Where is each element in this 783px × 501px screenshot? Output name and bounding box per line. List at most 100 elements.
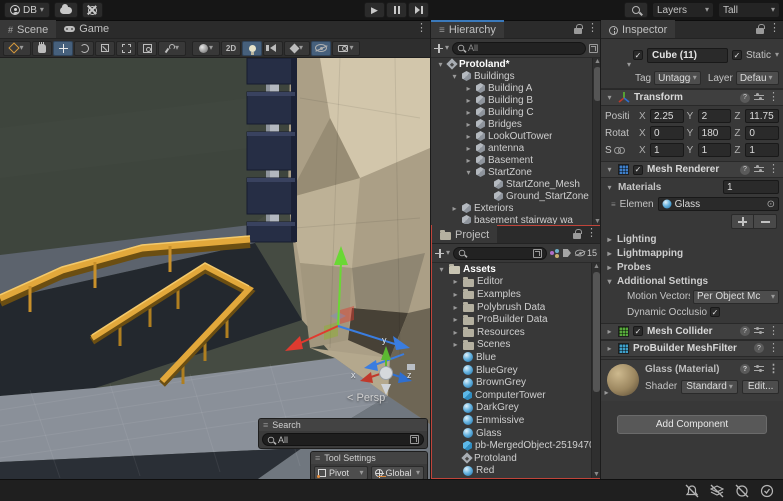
gameobject-name-field[interactable]: Cube (11): [647, 48, 728, 63]
component-menu-icon[interactable]: ⋮: [768, 164, 779, 175]
hierarchy-item[interactable]: ▸ Building B: [431, 94, 601, 106]
scale-y-field[interactable]: 1: [698, 143, 732, 157]
add-component-button[interactable]: Add Component: [617, 415, 767, 434]
drag-handle-icon[interactable]: ≡: [611, 200, 616, 209]
notifications-muted-icon[interactable]: [684, 483, 700, 499]
hierarchy-item[interactable]: ▾ StartZone: [431, 166, 601, 178]
foldout-arrow-icon[interactable]: ▸: [451, 328, 460, 337]
lock-icon[interactable]: [573, 233, 581, 239]
foldout-arrow-icon[interactable]: ▸: [451, 290, 460, 299]
audio-toggle-button[interactable]: [263, 41, 283, 56]
lighting-foldout[interactable]: ▸ Lighting: [601, 232, 783, 246]
scene-visibility-button[interactable]: [311, 41, 331, 56]
foldout-arrow-icon[interactable]: ▸: [464, 132, 473, 141]
foldout-arrow-icon[interactable]: ▸: [451, 315, 460, 324]
project-item[interactable]: BlueGrey: [432, 364, 600, 377]
foldout-arrow-icon[interactable]: ▸: [450, 204, 459, 213]
add-material-button[interactable]: [732, 215, 754, 228]
hierarchy-item[interactable]: ▸ Building C: [431, 106, 601, 118]
picker-icon[interactable]: [410, 435, 419, 444]
probes-foldout[interactable]: ▸ Probes: [601, 260, 783, 274]
tab-game[interactable]: Game: [56, 20, 117, 38]
hierarchy-item[interactable]: basement stairway wa: [431, 214, 601, 224]
gameobject-icon-button[interactable]: ▾: [605, 43, 629, 67]
help-icon[interactable]: ?: [740, 93, 750, 103]
foldout-arrow-icon[interactable]: ▾: [436, 60, 445, 69]
foldout-arrow-icon[interactable]: ▸: [451, 340, 460, 349]
pivot-dropdown[interactable]: Pivot ▾: [314, 466, 368, 479]
filter-by-type-icon[interactable]: [550, 248, 560, 258]
transform-tool-button[interactable]: [137, 41, 157, 56]
hierarchy-item[interactable]: Ground_StartZone: [431, 190, 601, 202]
presets-icon[interactable]: [754, 327, 764, 335]
view-tool-button[interactable]: [32, 41, 52, 56]
tab-scene[interactable]: # Scene: [0, 20, 56, 38]
materials-row[interactable]: ▾ Materials 1: [601, 178, 783, 196]
project-item[interactable]: ▸ Scenes: [432, 339, 600, 352]
project-search-input[interactable]: [453, 247, 547, 260]
foldout-arrow-icon[interactable]: ▸: [451, 303, 460, 312]
presets-icon[interactable]: [754, 94, 764, 102]
2d-toggle-button[interactable]: 2D: [221, 41, 241, 56]
mesh-collider-header[interactable]: ▸ ✓ Mesh Collider ? ⋮: [601, 323, 783, 340]
scene-viewport[interactable]: x y z < Persp ≡ Search All: [0, 58, 430, 479]
project-item[interactable]: ▸ Editor: [432, 276, 600, 289]
hierarchy-item[interactable]: ▸ Basement: [431, 154, 601, 166]
component-menu-icon[interactable]: ⋮: [768, 364, 779, 375]
project-item[interactable]: ComputerTower: [432, 389, 600, 402]
foldout-arrow-icon[interactable]: ▾: [605, 93, 614, 102]
help-icon[interactable]: ?: [740, 364, 750, 374]
account-button[interactable]: DB ▾: [4, 2, 50, 18]
project-scrollbar[interactable]: ▲ ▼: [591, 263, 600, 478]
status-check-icon[interactable]: [759, 483, 775, 499]
cloud-services-button[interactable]: [54, 2, 78, 18]
tab-project[interactable]: Project: [432, 225, 497, 243]
component-menu-icon[interactable]: ⋮: [768, 92, 779, 103]
material-object-field[interactable]: Glass ⊙: [658, 197, 779, 211]
rotate-tool-button[interactable]: [74, 41, 94, 56]
search-button[interactable]: [624, 2, 648, 18]
material-preview-foldout-icon[interactable]: ▸: [602, 388, 611, 397]
layer-dropdown[interactable]: Defau ▾: [736, 71, 779, 85]
foldout-arrow-icon[interactable]: ▾: [437, 265, 446, 274]
hidden-count-button[interactable]: 15: [574, 248, 597, 258]
foldout-arrow-icon[interactable]: ▸: [464, 120, 473, 129]
static-checkbox[interactable]: ✓: [732, 50, 742, 60]
hierarchy-item[interactable]: ▸ Bridges: [431, 118, 601, 130]
cloud-sync-disabled-icon[interactable]: [734, 483, 750, 499]
panel-menu-icon[interactable]: ⋮: [416, 23, 427, 34]
shader-dropdown[interactable]: Standard ▾: [681, 380, 738, 394]
rect-tool-button[interactable]: [116, 41, 136, 56]
component-enabled-checkbox[interactable]: ✓: [633, 326, 643, 336]
project-item[interactable]: ▸ Examples: [432, 288, 600, 301]
perspective-label[interactable]: < Persp: [347, 392, 385, 404]
step-button[interactable]: [408, 2, 429, 18]
project-item[interactable]: ▸ ProBuilder Data: [432, 313, 600, 326]
picker-icon[interactable]: [533, 249, 542, 258]
help-icon[interactable]: ?: [740, 165, 750, 175]
tab-hierarchy[interactable]: ≡ Hierarchy: [431, 20, 504, 38]
project-item[interactable]: Red: [432, 465, 600, 478]
tool-settings-header[interactable]: ≡ Tool Settings: [311, 452, 427, 464]
label-tag-icon[interactable]: [563, 249, 571, 257]
project-item[interactable]: ▸ Polybrush Data: [432, 301, 600, 314]
play-button[interactable]: ▶: [364, 2, 385, 18]
object-picker-icon[interactable]: ⊙: [767, 199, 775, 210]
hierarchy-search-input[interactable]: All: [452, 42, 586, 55]
presets-icon[interactable]: [754, 166, 764, 174]
foldout-arrow-icon[interactable]: ▸: [451, 277, 460, 286]
motion-vectors-dropdown[interactable]: Per Object Mc ▾: [693, 290, 779, 304]
foldout-arrow-icon[interactable]: ▸: [464, 108, 473, 117]
component-enabled-checkbox[interactable]: ✓: [633, 165, 643, 175]
presets-icon[interactable]: [754, 365, 764, 373]
active-checkbox[interactable]: ✓: [633, 50, 643, 60]
position-x-field[interactable]: 2.25: [650, 109, 684, 123]
project-item[interactable]: DarkGrey: [432, 402, 600, 415]
hierarchy-item[interactable]: ▸ LookOutTower: [431, 130, 601, 142]
tag-dropdown[interactable]: Untagge ▾: [654, 71, 701, 85]
panel-menu-icon[interactable]: ⋮: [587, 23, 598, 34]
orientation-dropdown[interactable]: Global ▾: [371, 466, 425, 479]
lighting-toggle-button[interactable]: [242, 41, 262, 56]
project-item[interactable]: BrownGrey: [432, 376, 600, 389]
position-z-field[interactable]: 11.75: [745, 109, 779, 123]
